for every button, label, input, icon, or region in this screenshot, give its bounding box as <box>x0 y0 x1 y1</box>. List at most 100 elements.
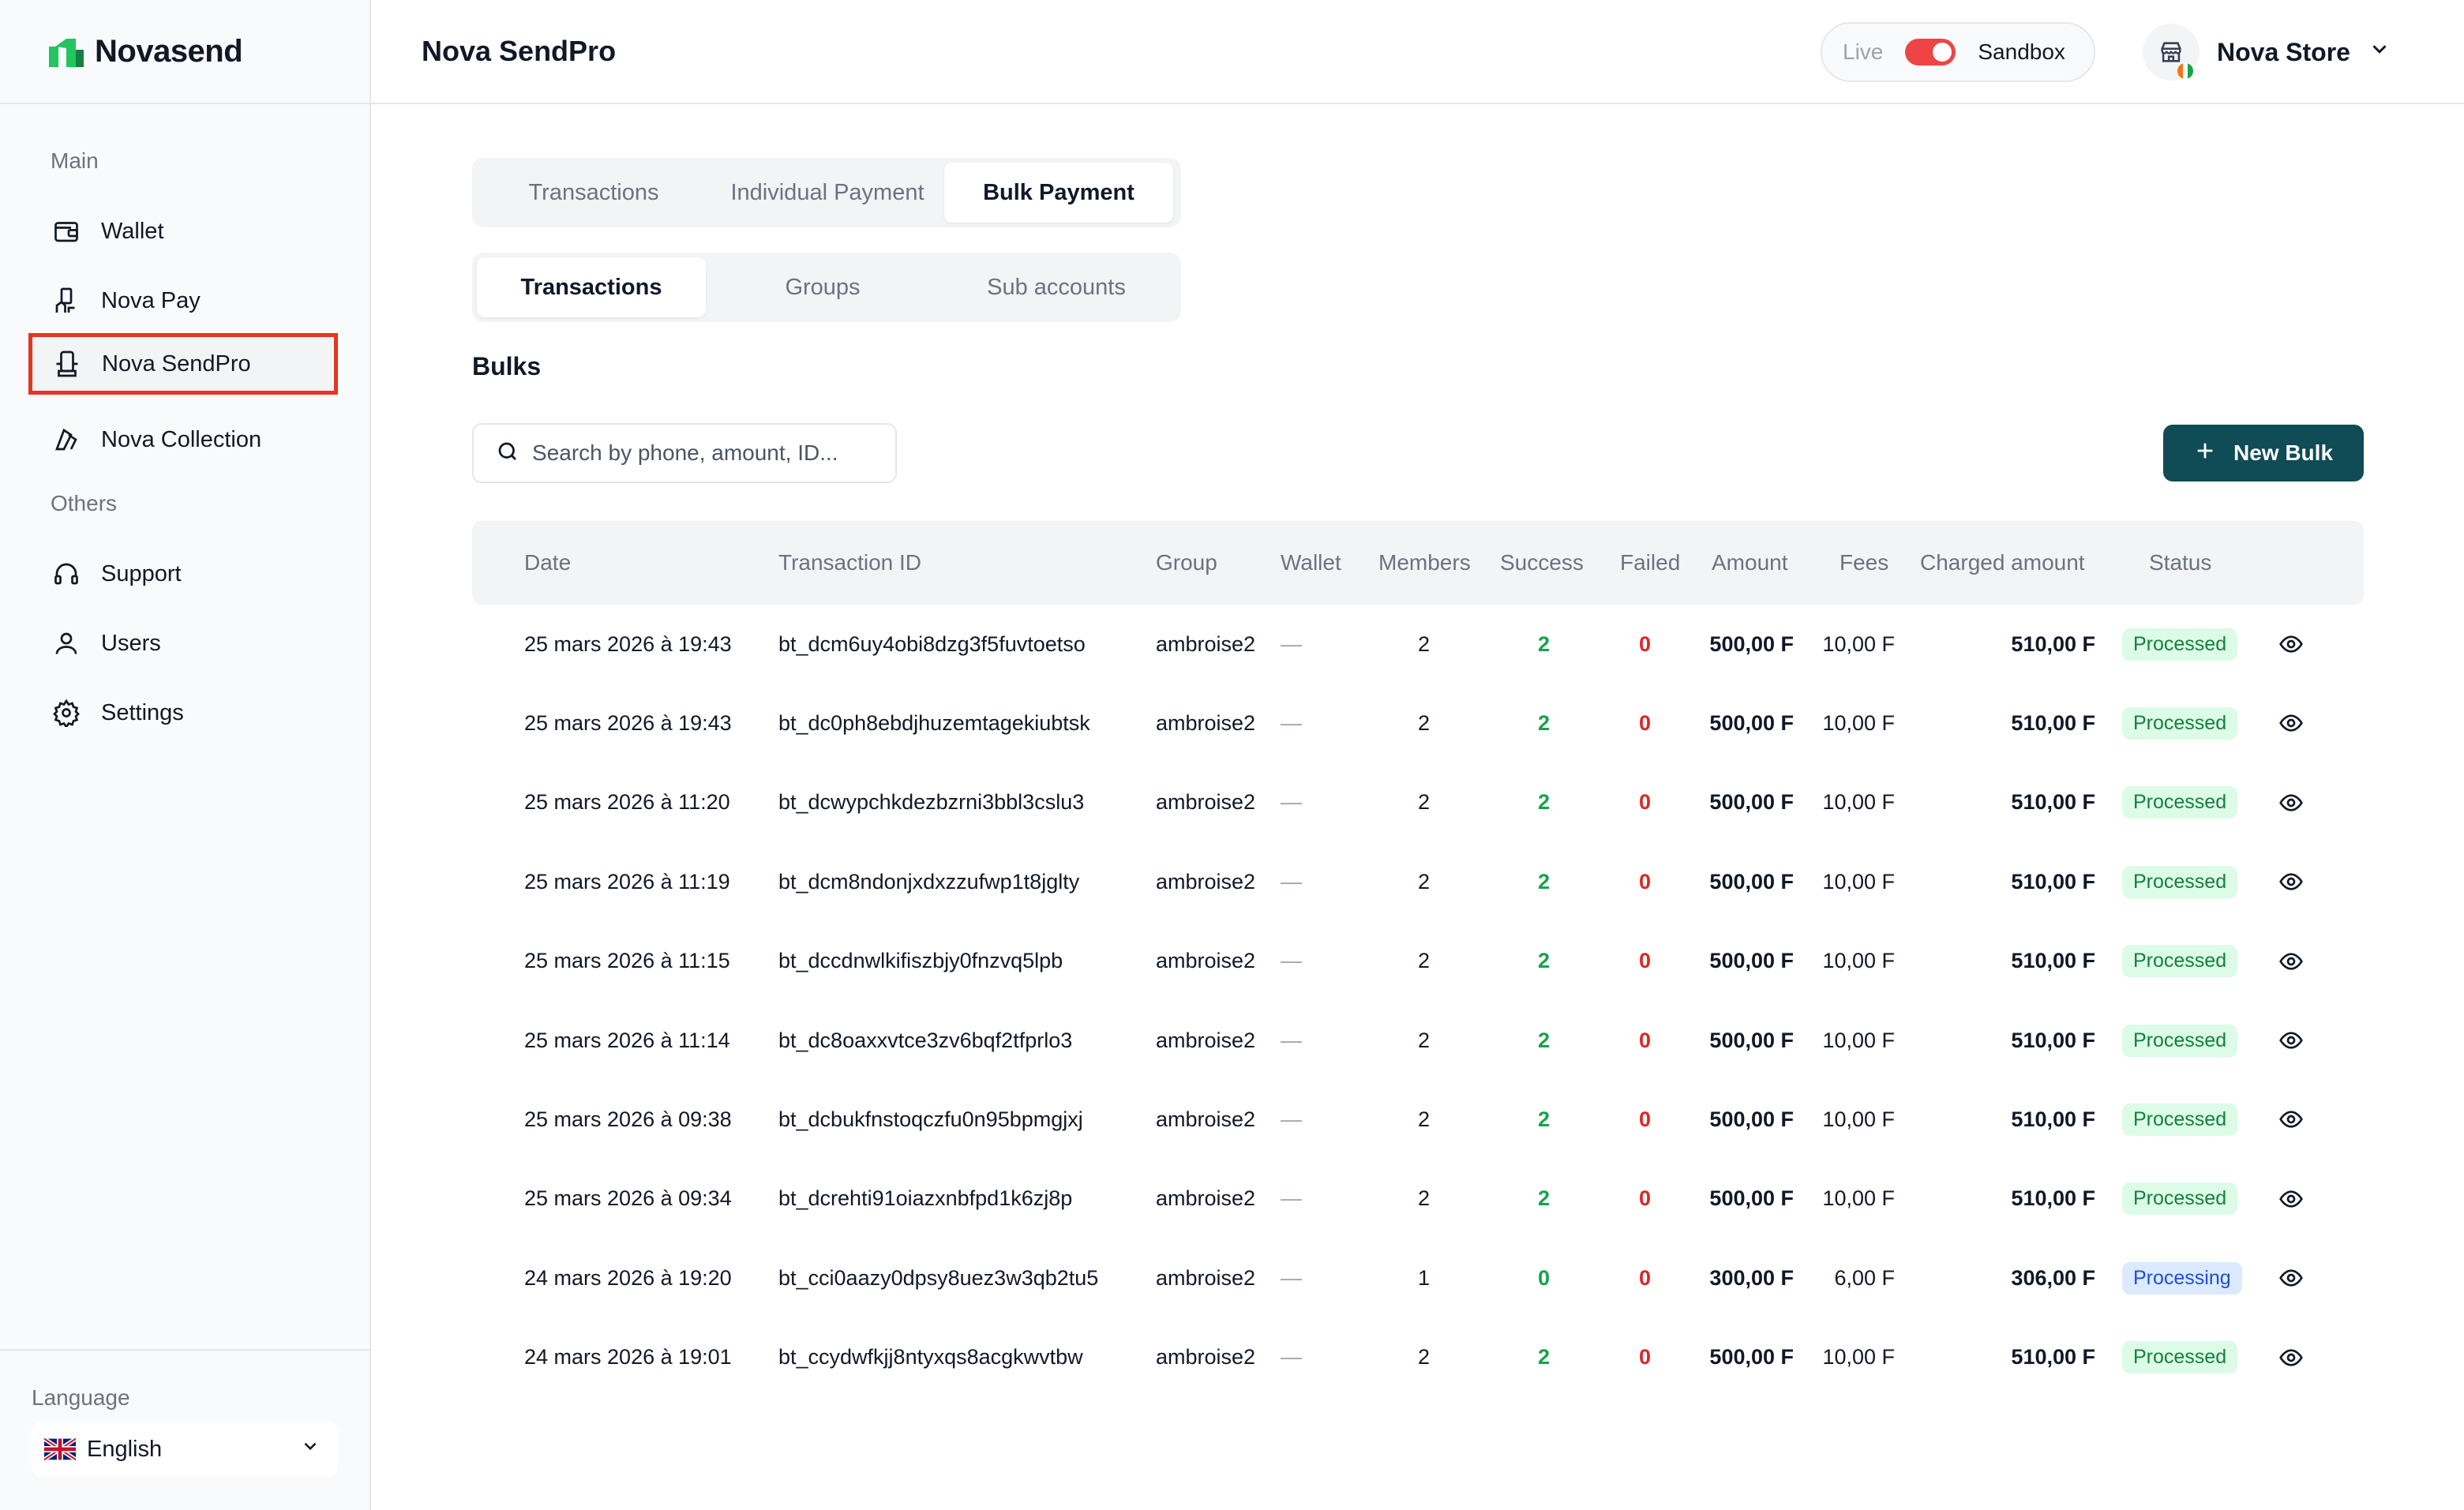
cell-date: 24 mars 2026 à 19:01 <box>524 1345 732 1369</box>
language-select[interactable]: English <box>32 1422 338 1477</box>
column-header-members[interactable]: Members <box>1378 521 1471 605</box>
cell-fees: 10,00 F <box>1822 1107 1895 1131</box>
env-switch[interactable] <box>1905 39 1956 66</box>
cell-wallet: — <box>1281 790 1302 815</box>
sidebar-item-support[interactable]: Support <box>32 543 335 605</box>
cell-amount: 500,00 F <box>1709 1186 1794 1211</box>
cell-date: 25 mars 2026 à 11:14 <box>524 1028 730 1052</box>
table-row[interactable]: 25 mars 2026 à 09:38 bt_dcbukfnstoqczfu0n… <box>472 1080 2364 1159</box>
cell-amount: 500,00 F <box>1709 1107 1794 1131</box>
column-header-failed[interactable]: Failed <box>1620 521 1680 605</box>
cell-transaction-id: bt_ccydwfkjj8ntyxqs8acgkwvtbw <box>778 1345 1083 1369</box>
column-header-amount[interactable]: Amount <box>1712 521 1788 605</box>
headset-icon <box>51 558 82 590</box>
column-header-status[interactable]: Status <box>2149 521 2211 605</box>
view-eye-icon[interactable] <box>2278 763 2304 842</box>
table-row[interactable]: 25 mars 2026 à 11:14 bt_dc8oaxxvtce3zv6bq… <box>472 1001 2364 1080</box>
sidebar-item-nova-sendpro[interactable]: Nova SendPro <box>28 333 338 395</box>
cell-date: 25 mars 2026 à 19:43 <box>524 710 732 735</box>
cell-status: Processed <box>2122 1160 2238 1238</box>
search-input[interactable] <box>532 440 879 466</box>
cell-members: 2 <box>1418 790 1431 815</box>
view-eye-icon[interactable] <box>2278 922 2304 1001</box>
cell-success: 2 <box>1538 1107 1551 1131</box>
bulk-sub-tabs: Transactions Groups Sub accounts <box>472 253 1181 322</box>
subtab-groups[interactable]: Groups <box>706 257 939 317</box>
table-row[interactable]: 25 mars 2026 à 11:19 bt_dcm8ndonjxdxzzufw… <box>472 842 2364 921</box>
cell-status: Processed <box>2122 605 2238 684</box>
table-row[interactable]: 25 mars 2026 à 19:43 bt_dcm6uy4obi8dzg3f5… <box>472 605 2364 684</box>
cell-members: 2 <box>1418 1107 1431 1131</box>
subtab-transactions[interactable]: Transactions <box>477 257 706 317</box>
sidebar-item-wallet[interactable]: Wallet <box>32 200 335 262</box>
collection-icon <box>51 424 82 455</box>
cell-date: 25 mars 2026 à 19:43 <box>524 631 732 656</box>
cell-members: 2 <box>1418 710 1431 735</box>
brand[interactable]: Novasend <box>0 0 369 104</box>
avatar <box>2143 24 2200 81</box>
store-menu[interactable]: Nova Store <box>2143 22 2391 82</box>
sidebar-item-settings[interactable]: Settings <box>32 682 335 744</box>
column-header-success[interactable]: Success <box>1500 521 1584 605</box>
cell-group: ambroise2 <box>1156 710 1256 735</box>
new-bulk-button[interactable]: New Bulk <box>2163 425 2364 481</box>
cell-success: 2 <box>1538 631 1551 656</box>
column-header-wallet[interactable]: Wallet <box>1281 521 1341 605</box>
column-header-charged-amount[interactable]: Charged amount <box>1920 521 2085 605</box>
view-eye-icon[interactable] <box>2278 1238 2304 1317</box>
cell-amount: 500,00 F <box>1709 790 1794 815</box>
cell-transaction-id: bt_dcm6uy4obi8dzg3f5fuvtoetso <box>778 631 1086 656</box>
view-eye-icon[interactable] <box>2278 1318 2304 1397</box>
sidebar-item-label: Wallet <box>101 218 164 244</box>
brand-name: Novasend <box>95 33 243 69</box>
status-badge: Processed <box>2122 706 2238 740</box>
search-icon <box>496 440 519 467</box>
view-eye-icon[interactable] <box>2278 1001 2304 1080</box>
cell-success: 2 <box>1538 1345 1551 1369</box>
cell-date: 24 mars 2026 à 19:20 <box>524 1265 732 1290</box>
send-pro-icon <box>51 348 83 380</box>
sidebar-item-label: Nova Pay <box>101 287 201 313</box>
table-row[interactable]: 25 mars 2026 à 09:34 bt_dcrehti91oiazxnbf… <box>472 1160 2364 1238</box>
cell-group: ambroise2 <box>1156 949 1256 973</box>
cell-members: 2 <box>1418 1345 1431 1369</box>
cell-wallet: — <box>1281 869 1302 894</box>
subtab-sub-accounts[interactable]: Sub accounts <box>939 257 1173 317</box>
column-header-group[interactable]: Group <box>1156 521 1217 605</box>
cell-transaction-id: bt_dcrehti91oiazxnbfpd1k6zj8p <box>778 1186 1073 1211</box>
column-header-transaction-id[interactable]: Transaction ID <box>778 521 921 605</box>
table-row[interactable]: 25 mars 2026 à 19:43 bt_dc0ph8ebdjhuzemta… <box>472 684 2364 762</box>
table-row[interactable]: 24 mars 2026 à 19:20 bt_cci0aazy0dpsy8uez… <box>472 1238 2364 1317</box>
table-row[interactable]: 24 mars 2026 à 19:01 bt_ccydwfkjj8ntyxqs8… <box>472 1318 2364 1397</box>
sidebar: Novasend Main Wallet Nova Pay Nova SendP… <box>0 0 371 1510</box>
tab-individual-payment[interactable]: Individual Payment <box>711 163 944 223</box>
cell-charged-amount: 510,00 F <box>2011 949 2095 973</box>
cell-status: Processed <box>2122 1080 2238 1159</box>
sidebar-item-label: Users <box>101 630 161 656</box>
sidebar-item-nova-pay[interactable]: Nova Pay <box>32 270 335 332</box>
column-header-date[interactable]: Date <box>524 521 571 605</box>
cell-amount: 300,00 F <box>1709 1265 1794 1290</box>
view-eye-icon[interactable] <box>2278 842 2304 921</box>
sidebar-item-label: Support <box>101 560 182 586</box>
column-header-fees[interactable]: Fees <box>1840 521 1888 605</box>
language-section: Language English <box>0 1349 369 1510</box>
view-eye-icon[interactable] <box>2278 1080 2304 1159</box>
cell-wallet: — <box>1281 949 1302 973</box>
view-eye-icon[interactable] <box>2278 1160 2304 1238</box>
tab-transactions[interactable]: Transactions <box>477 163 711 223</box>
search-box[interactable] <box>472 423 897 483</box>
sidebar-item-users[interactable]: Users <box>32 613 335 674</box>
table-row[interactable]: 25 mars 2026 à 11:20 bt_dcwypchkdezbzrni3… <box>472 763 2364 842</box>
cell-transaction-id: bt_dc8oaxxvtce3zv6bqf2tfprlo3 <box>778 1028 1073 1052</box>
environment-toggle[interactable]: Live Sandbox <box>1821 22 2095 82</box>
status-badge: Processed <box>2122 628 2238 661</box>
view-eye-icon[interactable] <box>2278 684 2304 762</box>
tab-bulk-payment[interactable]: Bulk Payment <box>944 163 1173 223</box>
cell-fees: 10,00 F <box>1822 790 1895 815</box>
sidebar-item-nova-collection[interactable]: Nova Collection <box>32 409 335 470</box>
table-row[interactable]: 25 mars 2026 à 11:15 bt_dccdnwlkifiszbjy0… <box>472 922 2364 1001</box>
cell-success: 0 <box>1538 1265 1551 1290</box>
user-icon <box>51 628 82 659</box>
view-eye-icon[interactable] <box>2278 605 2304 684</box>
